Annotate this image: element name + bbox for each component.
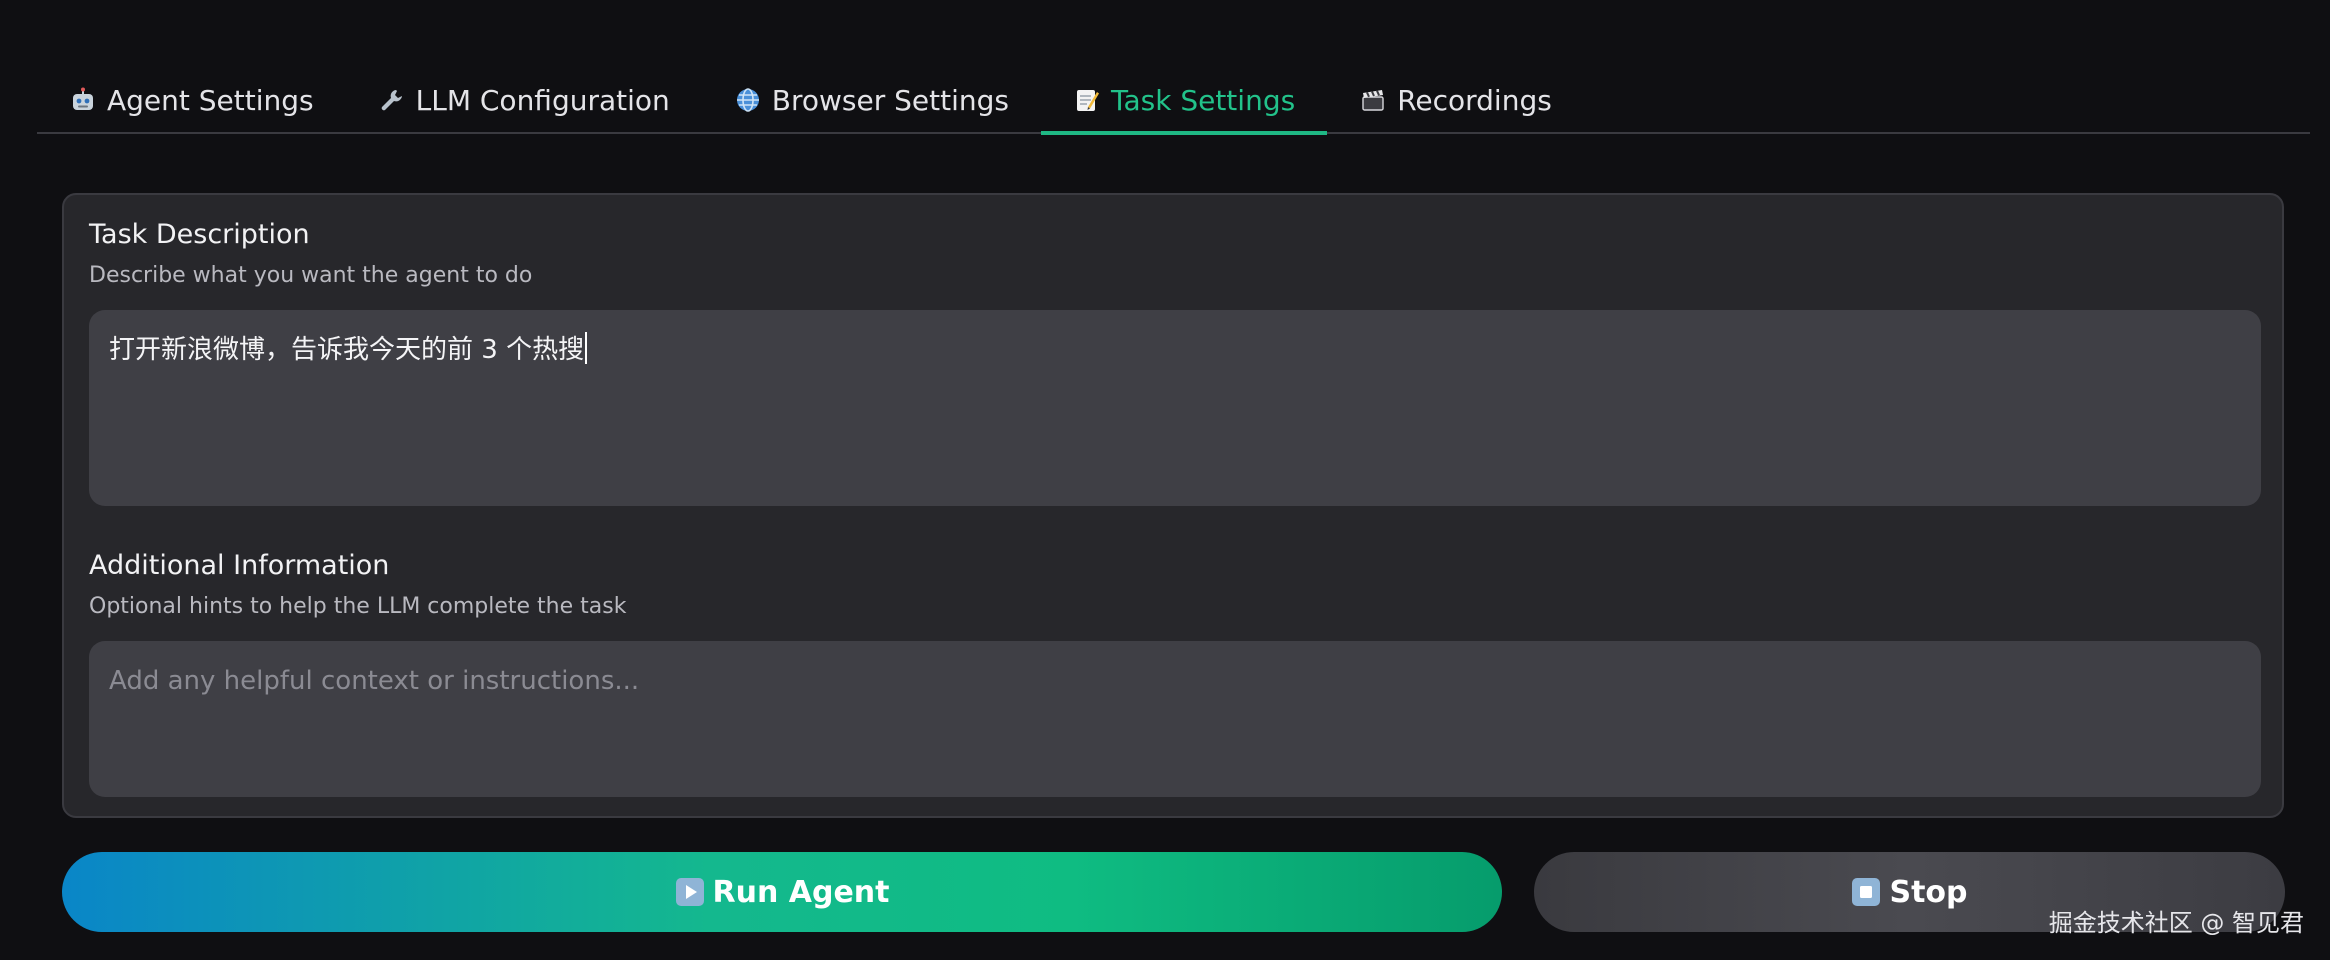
tab-label: Recordings — [1397, 83, 1552, 117]
additional-information-info: Optional hints to help the LLM complete … — [89, 594, 627, 619]
tab-label: Agent Settings — [107, 83, 314, 117]
tab-recordings[interactable]: Recordings — [1327, 68, 1584, 132]
globe-icon — [734, 86, 762, 114]
tab-task-settings[interactable]: Task Settings — [1041, 68, 1328, 135]
memo-icon — [1073, 86, 1101, 114]
additional-information-placeholder: Add any helpful context or instructions.… — [109, 666, 640, 696]
additional-information-label: Additional Information — [89, 550, 390, 581]
text-caret — [585, 332, 588, 364]
tab-bar: Agent Settings LLM Configuration Browser… — [37, 68, 2310, 135]
run-agent-button[interactable]: Run Agent — [62, 852, 1502, 932]
task-description-value: 打开新浪微博，告诉我今天的前 3 个热搜 — [109, 335, 585, 365]
task-description-input[interactable]: 打开新浪微博，告诉我今天的前 3 个热搜 — [89, 310, 2261, 506]
tab-label: LLM Configuration — [415, 83, 670, 117]
task-settings-panel: Task Description Describe what you want … — [62, 193, 2284, 818]
wrench-icon — [378, 86, 406, 114]
tab-label: Task Settings — [1111, 83, 1296, 117]
watermark: 掘金技术社区 @ 智见君 — [2048, 909, 2304, 937]
stop-icon — [1851, 877, 1881, 907]
tab-llm-configuration[interactable]: LLM Configuration — [346, 68, 702, 132]
additional-information-input[interactable]: Add any helpful context or instructions.… — [89, 641, 2261, 797]
play-icon — [675, 877, 705, 907]
robot-icon — [69, 86, 97, 114]
run-agent-label: Run Agent — [712, 874, 890, 910]
tab-browser-settings[interactable]: Browser Settings — [702, 68, 1041, 132]
tab-label: Browser Settings — [771, 83, 1009, 117]
task-description-info: Describe what you want the agent to do — [89, 263, 533, 288]
clapper-icon — [1359, 86, 1387, 114]
task-description-label: Task Description — [89, 219, 310, 250]
tab-agent-settings[interactable]: Agent Settings — [37, 68, 346, 132]
stop-label: Stop — [1889, 874, 1968, 910]
